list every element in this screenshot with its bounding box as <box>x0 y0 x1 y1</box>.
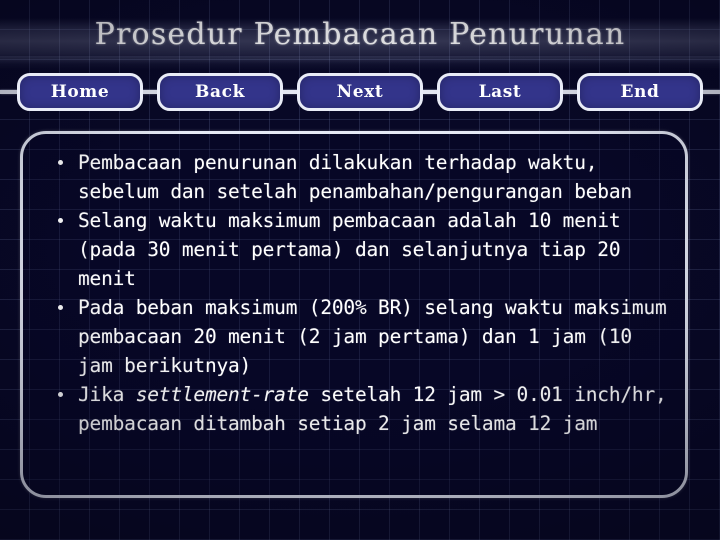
bullet-text-pre: Selang waktu maksimum pembacaan adalah 1… <box>78 209 621 290</box>
bullet-text-pre: Jika <box>78 383 136 406</box>
nav-button-back[interactable]: Back <box>157 73 283 111</box>
bullet-text-pre: Pada beban maksimum (200% BR) selang wak… <box>78 296 667 377</box>
nav-button-home[interactable]: Home <box>17 73 143 111</box>
page-title: Prosedur Pembacaan Penurunan <box>94 17 626 52</box>
list-item: Jika settlement-rate setelah 12 jam > 0.… <box>47 380 677 438</box>
navigation-bar: Home Back Next Last End <box>0 71 720 113</box>
list-item: Selang waktu maksimum pembacaan adalah 1… <box>47 206 677 293</box>
nav-button-end[interactable]: End <box>577 73 703 111</box>
bullet-text-pre: Pembacaan penurunan dilakukan terhadap w… <box>78 151 632 203</box>
list-item: Pada beban maksimum (200% BR) selang wak… <box>47 293 677 380</box>
bullet-text-emphasis: settlement-rate <box>135 383 309 406</box>
nav-button-next[interactable]: Next <box>297 73 423 111</box>
list-item: Pembacaan penurunan dilakukan terhadap w… <box>47 148 677 206</box>
slide-root: Prosedur Pembacaan Penurunan Home Back N… <box>0 0 720 540</box>
nav-button-last[interactable]: Last <box>437 73 563 111</box>
content-panel: Pembacaan penurunan dilakukan terhadap w… <box>20 131 688 498</box>
bullet-list: Pembacaan penurunan dilakukan terhadap w… <box>47 148 677 438</box>
